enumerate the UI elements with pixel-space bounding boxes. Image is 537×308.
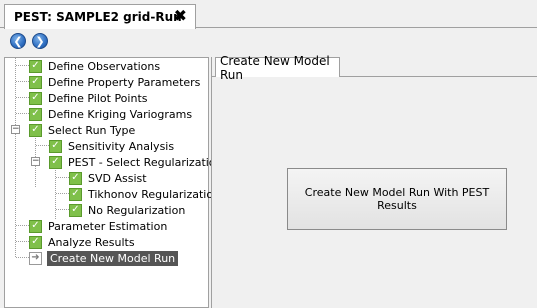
tree-line: [16, 81, 29, 82]
checkmark-icon: ✓: [29, 219, 42, 233]
tree-item-label: Define Kriging Variograms: [48, 107, 193, 121]
collapse-icon[interactable]: −: [11, 125, 20, 134]
tree-item-label: Sensitivity Analysis: [68, 139, 175, 153]
checkmark-icon: ✓: [29, 123, 42, 137]
run-steps-tree: − − ✓ Define Observations ✓ Define Prope…: [4, 57, 223, 308]
tree-line: [56, 209, 69, 210]
tree-item-parameter-estimation[interactable]: ✓ Parameter Estimation: [29, 218, 168, 234]
tree-item-no-regularization[interactable]: ✓ No Regularization: [69, 202, 186, 218]
tree-item-label: Select Run Type: [48, 123, 136, 137]
tree-item-label: Parameter Estimation: [48, 219, 168, 233]
tree-line: [16, 65, 29, 66]
checkmark-icon: ✓: [29, 91, 42, 105]
tree-item-select-run-type[interactable]: ✓ Select Run Type: [29, 122, 136, 138]
content-frame: Create New Model Run With PEST Results: [212, 76, 537, 308]
checkmark-icon: ✓: [29, 235, 42, 249]
tree-item-tikhonov-regularization[interactable]: ✓ Tikhonov Regularization: [69, 186, 221, 202]
content-panel: Create New Model Run Create New Model Ru…: [211, 54, 537, 308]
tree-item-svd-assist[interactable]: ✓ SVD Assist: [69, 170, 148, 186]
tree-line: [36, 145, 49, 146]
tree-item-label: Analyze Results: [48, 235, 135, 249]
checkmark-icon: ✓: [29, 75, 42, 89]
tree-item-label: Define Property Parameters: [48, 75, 201, 89]
tree-item-label: SVD Assist: [88, 171, 147, 185]
tree-line: [16, 225, 29, 226]
checkmark-icon: ✓: [29, 107, 42, 121]
checkmark-icon: ✓: [69, 187, 82, 201]
tree-item-label: PEST - Select Regularization: [68, 155, 223, 169]
arrow-right-icon: ➜: [29, 251, 42, 265]
checkmark-icon: ✓: [69, 203, 82, 217]
tree-line: [16, 257, 29, 258]
tree-item-label: Create New Model Run: [47, 250, 179, 266]
forward-arrow-icon[interactable]: ❯: [32, 33, 48, 49]
checkmark-icon: ✓: [69, 171, 82, 185]
checkmark-icon: ✓: [29, 59, 42, 73]
tree-item-define-kriging-variograms[interactable]: ✓ Define Kriging Variograms: [29, 106, 193, 122]
close-icon[interactable]: ✖: [174, 7, 187, 25]
tab-create-new-model-run[interactable]: Create New Model Run: [215, 54, 340, 82]
create-new-model-run-button[interactable]: Create New Model Run With PEST Results: [287, 168, 507, 230]
document-tab-title: PEST: SAMPLE2 grid-Run: [14, 10, 182, 24]
tree-line: [15, 58, 16, 257]
document-tab[interactable]: PEST: SAMPLE2 grid-Run ✖: [4, 4, 196, 29]
tree-item-label: Define Observations: [48, 59, 161, 73]
tree-item-analyze-results[interactable]: ✓ Analyze Results: [29, 234, 136, 250]
collapse-icon[interactable]: −: [31, 157, 40, 166]
tree-line: [56, 177, 69, 178]
toolbar: ❮ ❯: [0, 29, 537, 55]
tree-item-pest-select-regularization[interactable]: ✓ PEST - Select Regularization: [49, 154, 224, 170]
tree-item-label: Tikhonov Regularization: [88, 187, 221, 201]
checkmark-icon: ✓: [49, 139, 62, 153]
tree-item-define-observations[interactable]: ✓ Define Observations: [29, 58, 161, 74]
checkmark-icon: ✓: [49, 155, 62, 169]
tree-line: [16, 97, 29, 98]
document-tab-strip: PEST: SAMPLE2 grid-Run ✖: [0, 0, 537, 29]
tree-item-create-new-model-run[interactable]: ➜ Create New Model Run: [29, 250, 179, 266]
tree-item-label: No Regularization: [88, 203, 186, 217]
tree-item-sensitivity-analysis[interactable]: ✓ Sensitivity Analysis: [49, 138, 175, 154]
back-arrow-icon[interactable]: ❮: [10, 33, 26, 49]
tree-item-define-property-parameters[interactable]: ✓ Define Property Parameters: [29, 74, 201, 90]
tree-line: [16, 241, 29, 242]
tree-line: [16, 113, 29, 114]
tree-item-define-pilot-points[interactable]: ✓ Define Pilot Points: [29, 90, 149, 106]
tree-item-label: Define Pilot Points: [48, 91, 148, 105]
tree-line: [56, 193, 69, 194]
